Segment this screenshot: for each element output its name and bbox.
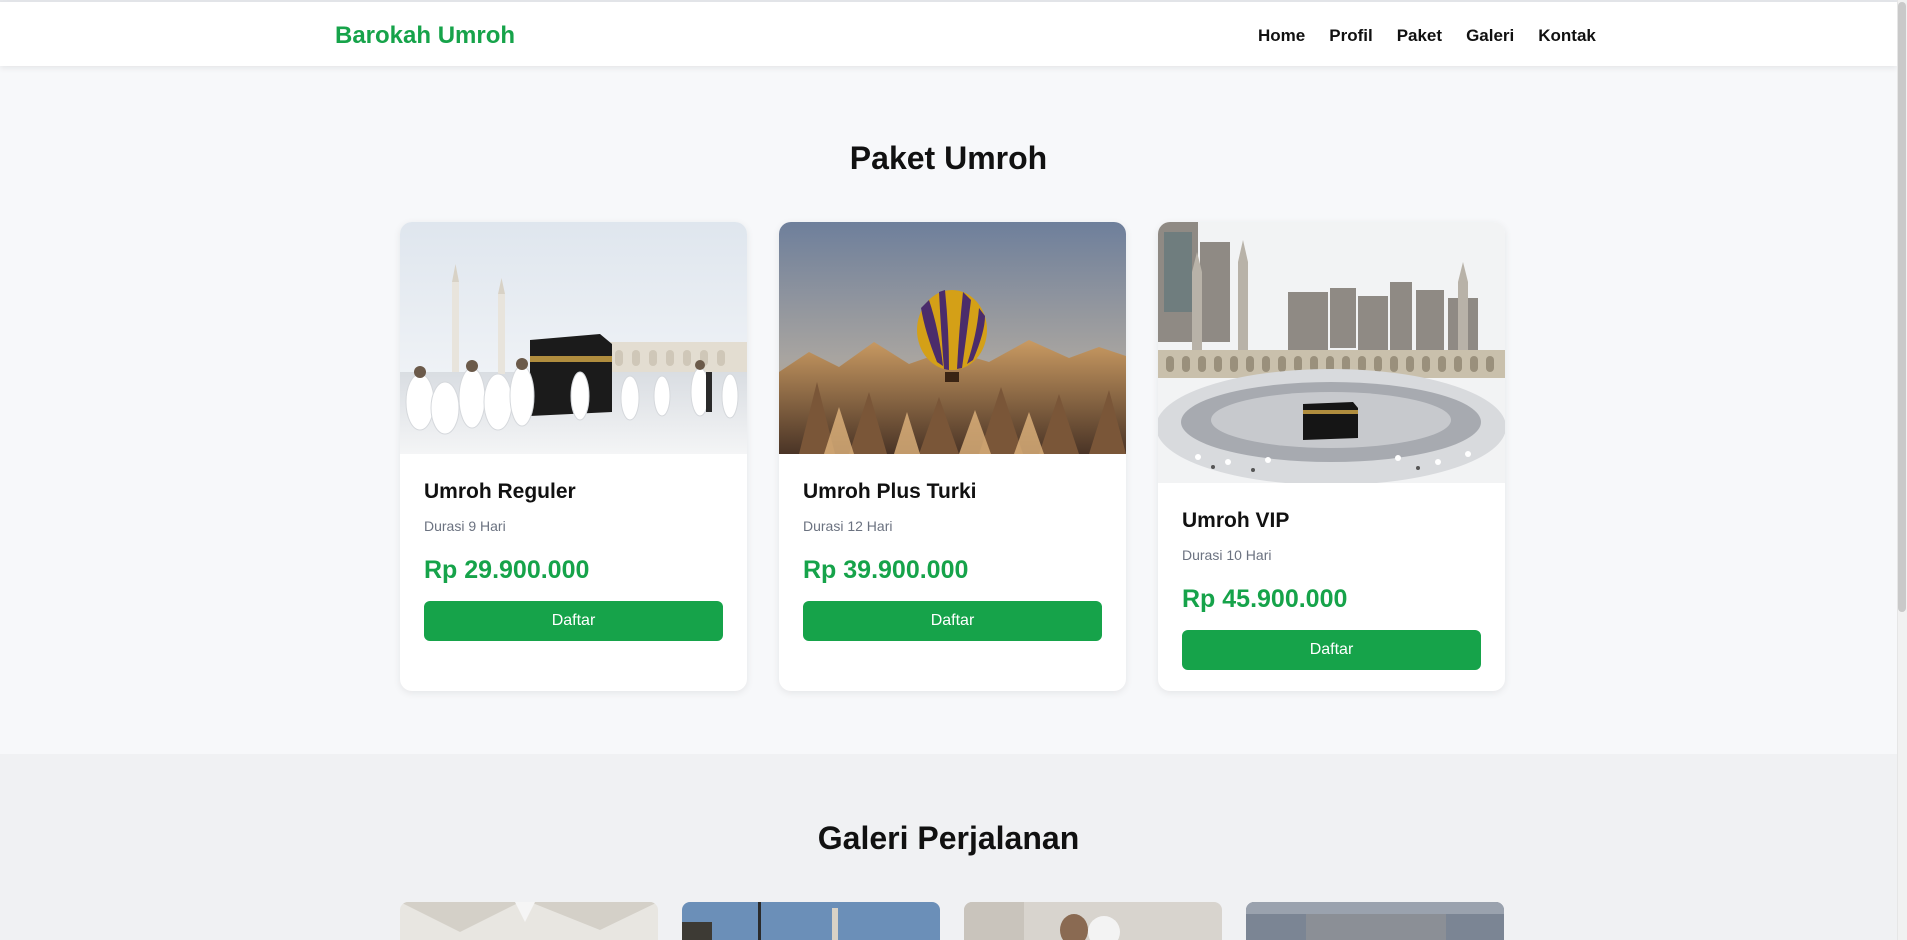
main-nav: Home Profil Paket Galeri Kontak (1258, 26, 1596, 46)
package-duration: Durasi 9 Hari (424, 518, 506, 534)
cappadocia-balloon-image (779, 222, 1126, 454)
package-price: Rp 45.900.000 (1182, 585, 1348, 613)
package-card-reguler: Umroh Reguler Durasi 9 Hari Rp 29.900.00… (400, 222, 747, 691)
scrollbar-thumb[interactable] (1898, 2, 1906, 612)
card-body: Umroh Reguler Durasi 9 Hari Rp 29.900.00… (424, 480, 723, 641)
paket-section: Paket Umroh Umroh Reguler Durasi 9 Hari … (0, 74, 1897, 754)
umbrellas-image[interactable] (400, 902, 658, 940)
nav-profil[interactable]: Profil (1329, 26, 1372, 46)
page: Barokah Umroh Home Profil Paket Galeri K… (0, 0, 1907, 940)
package-price: Rp 39.900.000 (803, 556, 969, 584)
nav-home[interactable]: Home (1258, 26, 1305, 46)
nav-paket[interactable]: Paket (1397, 26, 1442, 46)
site-header: Barokah Umroh Home Profil Paket Galeri K… (0, 2, 1897, 66)
mosque-minaret-image[interactable] (682, 902, 940, 940)
page-scrollbar[interactable] (1897, 0, 1907, 940)
paket-title: Paket Umroh (849, 140, 1048, 176)
package-price: Rp 29.900.000 (424, 556, 590, 584)
package-duration: Durasi 10 Hari (1182, 547, 1272, 563)
masjidil-haram-image (1158, 222, 1505, 483)
card-body: Umroh Plus Turki Durasi 12 Hari Rp 39.90… (803, 480, 1102, 641)
daftar-button[interactable]: Daftar (803, 601, 1102, 641)
package-card-vip: Umroh VIP Durasi 10 Hari Rp 45.900.000 D… (1158, 222, 1505, 691)
galeri-section: Galeri Perjalanan (0, 754, 1897, 940)
package-duration: Durasi 12 Hari (803, 518, 893, 534)
pilgrims-couple-image[interactable] (964, 902, 1222, 940)
daftar-button[interactable]: Daftar (424, 601, 723, 641)
package-name: Umroh Reguler (424, 480, 576, 503)
galeri-title: Galeri Perjalanan (817, 820, 1080, 856)
nav-kontak[interactable]: Kontak (1538, 26, 1596, 46)
nav-galeri[interactable]: Galeri (1466, 26, 1514, 46)
daftar-button[interactable]: Daftar (1182, 630, 1481, 670)
kaaba-pilgrims-image (400, 222, 747, 454)
card-body: Umroh VIP Durasi 10 Hari Rp 45.900.000 D… (1182, 509, 1481, 670)
mosque-interior-image[interactable] (1246, 902, 1504, 940)
brand-logo-text[interactable]: Barokah Umroh (335, 22, 515, 50)
package-card-plus-turki: Umroh Plus Turki Durasi 12 Hari Rp 39.90… (779, 222, 1126, 691)
package-name: Umroh Plus Turki (803, 480, 977, 503)
package-name: Umroh VIP (1182, 509, 1290, 532)
